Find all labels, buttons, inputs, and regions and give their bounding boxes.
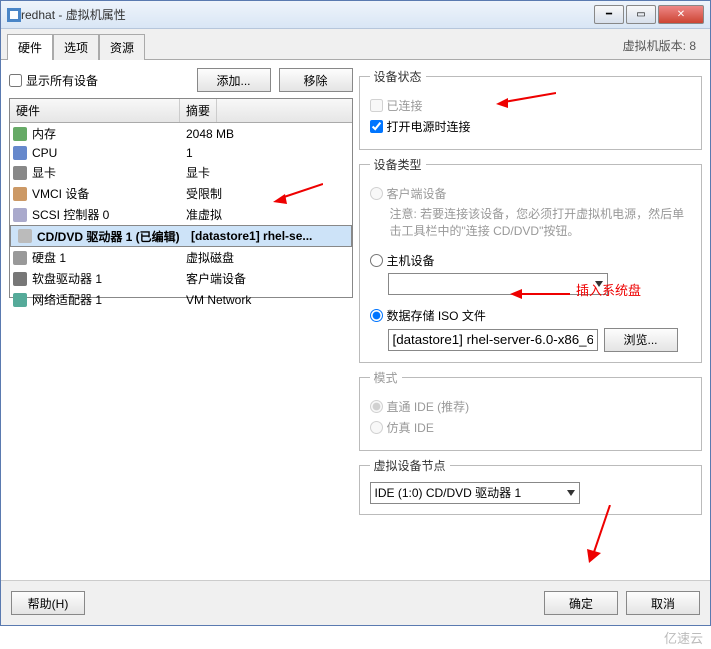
tab-options[interactable]: 选项 — [53, 34, 99, 60]
col-hardware: 硬件 — [10, 99, 180, 122]
table-row[interactable]: CPU1 — [10, 144, 352, 162]
radio-emulate: 仿真 IDE — [370, 419, 692, 436]
hw-summary: 2048 MB — [180, 127, 352, 141]
app-icon — [7, 8, 21, 22]
cd-icon — [15, 229, 35, 243]
table-row[interactable]: 硬盘 1虚拟磁盘 — [10, 247, 352, 268]
hw-summary: [datastore1] rhel-se... — [185, 229, 347, 243]
hw-name: CPU — [30, 146, 180, 160]
hw-summary: 虚拟磁盘 — [180, 249, 352, 266]
show-all-devices-checkbox[interactable]: 显示所有设备 — [9, 72, 98, 89]
nic-icon — [10, 293, 30, 307]
vmci-icon — [10, 187, 30, 201]
help-button[interactable]: 帮助(H) — [11, 591, 85, 615]
hw-name: SCSI 控制器 0 — [30, 206, 180, 223]
memory-icon — [10, 127, 30, 141]
radio-host-device[interactable]: 主机设备 — [370, 252, 692, 269]
titlebar: redhat - 虚拟机属性 ━ ▭ ✕ — [1, 1, 710, 29]
hw-summary: 显卡 — [180, 164, 352, 181]
table-row[interactable]: VMCI 设备受限制 — [10, 183, 352, 204]
remove-button[interactable]: 移除 — [279, 68, 353, 92]
hw-summary: VM Network — [180, 293, 352, 307]
hw-name: 网络适配器 1 — [30, 291, 180, 308]
host-device-select — [388, 273, 608, 295]
virtual-node-select[interactable]: IDE (1:0) CD/DVD 驱动器 1 — [370, 482, 580, 504]
tabbar: 硬件 选项 资源 虚拟机版本: 8 — [1, 29, 710, 60]
hw-summary: 1 — [180, 146, 352, 160]
hardware-table: 硬件 摘要 内存2048 MBCPU1显卡显卡VMCI 设备受限制SCSI 控制… — [9, 98, 353, 298]
tab-resources[interactable]: 资源 — [99, 34, 145, 60]
floppy-icon — [10, 272, 30, 286]
iso-path-input[interactable] — [388, 329, 598, 351]
hw-name: 显卡 — [30, 164, 180, 181]
hw-summary: 受限制 — [180, 185, 352, 202]
table-row[interactable]: CD/DVD 驱动器 1 (已编辑)[datastore1] rhel-se..… — [10, 225, 352, 247]
minimize-button[interactable]: ━ — [594, 5, 624, 24]
mode-group: 模式 直通 IDE (推荐) 仿真 IDE — [359, 369, 703, 451]
radio-passthrough: 直通 IDE (推荐) — [370, 398, 692, 415]
connect-at-poweron-checkbox[interactable]: 打开电源时连接 — [370, 118, 692, 135]
disk-icon — [10, 251, 30, 265]
radio-datastore-iso[interactable]: 数据存储 ISO 文件 — [370, 307, 692, 324]
device-status-group: 设备状态 已连接 打开电源时连接 — [359, 68, 703, 150]
hw-name: 软盘驱动器 1 — [30, 270, 180, 287]
radio-client-device: 客户端设备 — [370, 185, 692, 202]
scsi-icon — [10, 208, 30, 222]
add-button[interactable]: 添加... — [197, 68, 271, 92]
hw-name: 硬盘 1 — [30, 249, 180, 266]
client-device-note: 注意: 若要连接该设备，您必须打开虚拟机电源，然后单击工具栏中的"连接 CD/D… — [390, 206, 692, 240]
device-type-group: 设备类型 客户端设备 注意: 若要连接该设备，您必须打开虚拟机电源，然后单击工具… — [359, 156, 703, 363]
video-icon — [10, 166, 30, 180]
table-row[interactable]: SCSI 控制器 0准虚拟 — [10, 204, 352, 225]
hw-summary: 准虚拟 — [180, 206, 352, 223]
table-row[interactable]: 内存2048 MB — [10, 123, 352, 144]
browse-button[interactable]: 浏览... — [604, 328, 678, 352]
window-title: redhat - 虚拟机属性 — [21, 6, 594, 23]
table-row[interactable]: 软盘驱动器 1客户端设备 — [10, 268, 352, 289]
virtual-node-group: 虚拟设备节点 IDE (1:0) CD/DVD 驱动器 1 — [359, 457, 703, 515]
tab-hardware[interactable]: 硬件 — [7, 34, 53, 60]
table-row[interactable]: 网络适配器 1VM Network — [10, 289, 352, 310]
maximize-button[interactable]: ▭ — [626, 5, 656, 24]
col-summary: 摘要 — [180, 99, 217, 122]
table-row[interactable]: 显卡显卡 — [10, 162, 352, 183]
hw-name: 内存 — [30, 125, 180, 142]
hw-summary: 客户端设备 — [180, 270, 352, 287]
cpu-icon — [10, 146, 30, 160]
watermark: 亿速云 — [0, 626, 711, 649]
ok-button[interactable]: 确定 — [544, 591, 618, 615]
hw-name: VMCI 设备 — [30, 185, 180, 202]
cancel-button[interactable]: 取消 — [626, 591, 700, 615]
connected-checkbox: 已连接 — [370, 97, 692, 114]
hw-name: CD/DVD 驱动器 1 (已编辑) — [35, 228, 185, 245]
close-button[interactable]: ✕ — [658, 5, 704, 24]
vm-version: 虚拟机版本: 8 — [615, 33, 704, 59]
